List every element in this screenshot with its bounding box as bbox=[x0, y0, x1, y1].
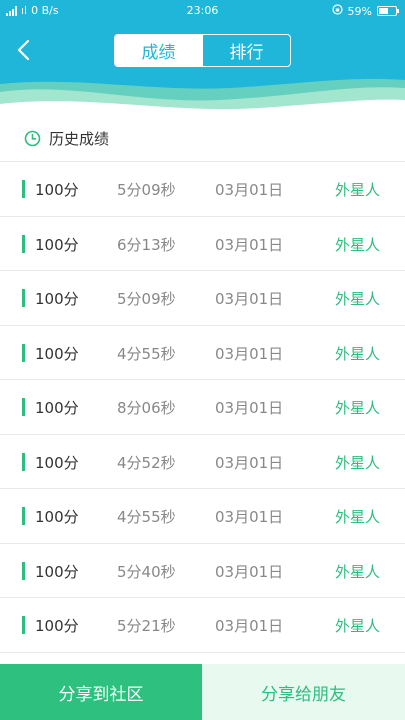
list-item[interactable]: 100分 8分06秒 03月01日 外星人 bbox=[0, 380, 405, 435]
row-time: 5分21秒 bbox=[117, 617, 176, 635]
row-score: 100分 bbox=[35, 181, 79, 199]
row-time: 4分55秒 bbox=[117, 344, 176, 363]
row-score: 100分 bbox=[35, 235, 79, 254]
row-date: 03月01日 bbox=[215, 617, 284, 635]
row-accent-bar bbox=[22, 343, 25, 362]
row-score: 100分 bbox=[35, 453, 79, 472]
row-time: 6分13秒 bbox=[117, 235, 176, 254]
list-item[interactable]: 100分 4分55秒 03月01日 外星人 bbox=[0, 326, 405, 380]
list-item[interactable]: 100分 5分09秒 03月01日 外星人 bbox=[0, 162, 405, 217]
row-time: 5分09秒 bbox=[117, 290, 176, 308]
list-item[interactable]: 100分 4分55秒 03月01日 外星人 bbox=[0, 489, 405, 544]
row-score: 100分 bbox=[35, 508, 79, 526]
share-community-button[interactable]: 分享到社区 bbox=[0, 664, 202, 720]
list-item[interactable]: 100分 5分40秒 03月01日 外星人 bbox=[0, 544, 405, 598]
row-date: 03月01日 bbox=[215, 235, 284, 254]
bottom-bar: 分享到社区 分享给朋友 bbox=[0, 664, 405, 720]
row-accent-bar bbox=[22, 398, 25, 416]
row-accent-bar bbox=[22, 561, 25, 580]
row-time: 5分09秒 bbox=[117, 181, 176, 199]
row-score: 100分 bbox=[35, 617, 79, 635]
row-nickname: 外星人 bbox=[335, 290, 381, 308]
battery-icon bbox=[377, 6, 399, 16]
row-score: 100分 bbox=[35, 562, 79, 581]
row-date: 03月01日 bbox=[215, 399, 284, 417]
battery-percent: 59% bbox=[347, 4, 372, 18]
row-nickname: 外星人 bbox=[335, 344, 381, 363]
header-wave bbox=[0, 78, 405, 116]
row-time: 5分40秒 bbox=[117, 562, 176, 581]
list-item[interactable]: 100分 4分52秒 03月01日 外星人 bbox=[0, 435, 405, 489]
row-date: 03月01日 bbox=[215, 453, 284, 472]
row-date: 03月01日 bbox=[215, 181, 284, 199]
row-score: 100分 bbox=[35, 344, 79, 363]
row-score: 100分 bbox=[35, 290, 79, 308]
row-accent-bar bbox=[22, 452, 25, 471]
clock-icon bbox=[24, 130, 41, 147]
row-nickname: 外星人 bbox=[335, 562, 381, 581]
chevron-left-icon bbox=[17, 39, 30, 61]
row-time: 4分52秒 bbox=[117, 453, 176, 472]
battery-fill bbox=[379, 8, 389, 14]
history-header: 历史成绩 bbox=[0, 116, 405, 162]
list-item[interactable]: 100分 6分13秒 03月01日 外星人 bbox=[0, 217, 405, 271]
tab-score[interactable]: 成绩 bbox=[115, 35, 202, 66]
tab-ranking[interactable]: 排行 bbox=[202, 35, 290, 66]
row-time: 8分06秒 bbox=[117, 399, 176, 417]
status-bar: ıl 0 B/s 23:06 59% bbox=[0, 0, 405, 22]
row-nickname: 外星人 bbox=[335, 181, 381, 199]
row-nickname: 外星人 bbox=[335, 453, 381, 472]
list-item[interactable]: 100分 5分09秒 03月01日 外星人 bbox=[0, 271, 405, 326]
row-time: 4分55秒 bbox=[117, 508, 176, 526]
row-nickname: 外星人 bbox=[335, 508, 381, 526]
row-accent-bar bbox=[22, 180, 25, 198]
row-accent-bar bbox=[22, 616, 25, 634]
row-date: 03月01日 bbox=[215, 562, 284, 581]
row-date: 03月01日 bbox=[215, 290, 284, 308]
list-item[interactable]: 100分 5分21秒 03月01日 外星人 bbox=[0, 598, 405, 653]
row-nickname: 外星人 bbox=[335, 617, 381, 635]
segmented-tabs: 成绩 排行 bbox=[114, 34, 291, 67]
header: ıl 0 B/s 23:06 59% 成绩 排行 bbox=[0, 0, 405, 116]
status-right: 59% bbox=[331, 4, 399, 18]
share-friends-button[interactable]: 分享给朋友 bbox=[202, 664, 405, 720]
row-score: 100分 bbox=[35, 399, 79, 417]
back-button[interactable] bbox=[10, 36, 38, 64]
lock-rotation-icon bbox=[331, 4, 343, 18]
row-date: 03月01日 bbox=[215, 508, 284, 526]
row-nickname: 外星人 bbox=[335, 399, 381, 417]
row-nickname: 外星人 bbox=[335, 235, 381, 254]
row-accent-bar bbox=[22, 289, 25, 307]
row-date: 03月01日 bbox=[215, 344, 284, 363]
row-accent-bar bbox=[22, 234, 25, 253]
history-list: 100分 5分09秒 03月01日 外星人 100分 6分13秒 03月01日 外星人 100分… bbox=[0, 162, 405, 653]
history-title: 历史成绩 bbox=[49, 130, 110, 148]
row-accent-bar bbox=[22, 507, 25, 525]
